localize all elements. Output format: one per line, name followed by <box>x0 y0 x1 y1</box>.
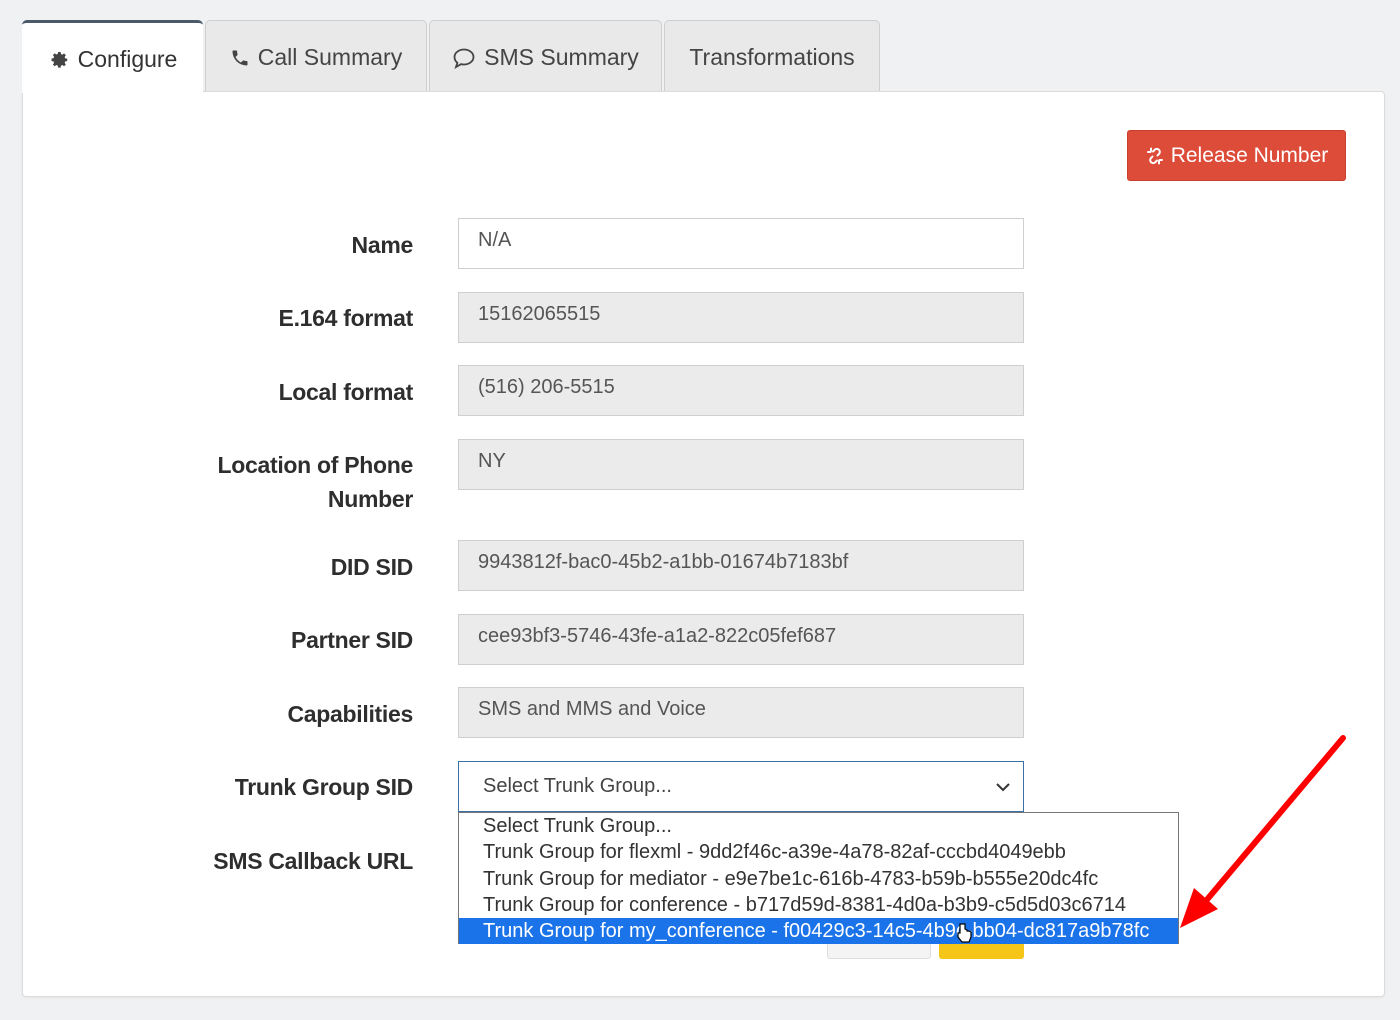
tab-configure[interactable]: Configure <box>22 20 203 93</box>
location-label-line1: Location of Phone <box>217 452 414 478</box>
local-format-value: (516) 206-5515 <box>478 376 615 398</box>
e164-value: 15162065515 <box>478 303 601 325</box>
trunk-option[interactable]: Select Trunk Group... <box>459 813 1178 839</box>
tab-sms-summary[interactable]: SMS Summary <box>429 20 662 92</box>
partner-sid-label: Partner SID <box>291 627 413 653</box>
location-value: NY <box>478 450 506 472</box>
name-value: N/A <box>478 229 512 251</box>
release-number-label: Release Number <box>1170 143 1329 167</box>
did-sid-field: 9943812f-bac0-45b2-a1bb-01674b7183bf <box>458 540 1024 591</box>
capabilities-label: Capabilities <box>287 701 414 727</box>
tab-label: SMS Summary <box>484 44 639 70</box>
chevron-down-icon <box>995 782 1011 792</box>
trunk-group-selected-value: Select Trunk Group... <box>483 775 672 797</box>
tab-label: Call Summary <box>257 44 403 70</box>
trunk-group-select[interactable]: Select Trunk Group... <box>458 761 1024 812</box>
tab-call-summary[interactable]: Call Summary <box>205 20 427 92</box>
chat-bubble-icon <box>452 47 476 69</box>
e164-field: 15162065515 <box>458 292 1024 343</box>
tab-label: Transformations <box>689 44 855 70</box>
release-number-button[interactable]: Release Number <box>1127 130 1346 181</box>
local-format-label: Local format <box>278 379 414 405</box>
gear-icon <box>48 48 70 70</box>
tab-label: Configure <box>77 45 178 72</box>
location-label-line2: Number <box>327 486 413 512</box>
phone-icon <box>230 48 250 68</box>
mouse-cursor-icon <box>955 922 973 949</box>
capabilities-value: SMS and MMS and Voice <box>478 698 706 720</box>
trunk-option[interactable]: Trunk Group for conference - b717d59d-83… <box>459 892 1178 918</box>
local-format-field: (516) 206-5515 <box>458 365 1024 416</box>
e164-label: E.164 format <box>278 305 414 331</box>
did-sid-value: 9943812f-bac0-45b2-a1bb-01674b7183bf <box>478 551 849 573</box>
trunk-option[interactable]: Trunk Group for mediator - e9e7be1c-616b… <box>459 866 1178 892</box>
trunk-group-dropdown: Select Trunk Group... Trunk Group for fl… <box>458 812 1179 945</box>
partner-sid-value: cee93bf3-5746-43fe-a1a2-822c05fef687 <box>478 625 837 647</box>
trunk-option-highlighted[interactable]: Trunk Group for my_conference - f00429c3… <box>459 918 1178 945</box>
trunk-option[interactable]: Trunk Group for flexml - 9dd2f46c-a39e-4… <box>459 839 1178 865</box>
capabilities-field: SMS and MMS and Voice <box>458 687 1024 738</box>
unlink-icon <box>1145 146 1165 166</box>
name-input[interactable]: N/A <box>458 218 1024 269</box>
name-label: Name <box>351 232 414 258</box>
tab-transformations[interactable]: Transformations <box>664 20 880 92</box>
sms-callback-url-label: SMS Callback URL <box>213 848 413 874</box>
location-field: NY <box>458 439 1024 490</box>
partner-sid-field: cee93bf3-5746-43fe-a1a2-822c05fef687 <box>458 614 1024 665</box>
did-sid-label: DID SID <box>330 554 414 580</box>
trunk-group-sid-label: Trunk Group SID <box>234 774 414 800</box>
